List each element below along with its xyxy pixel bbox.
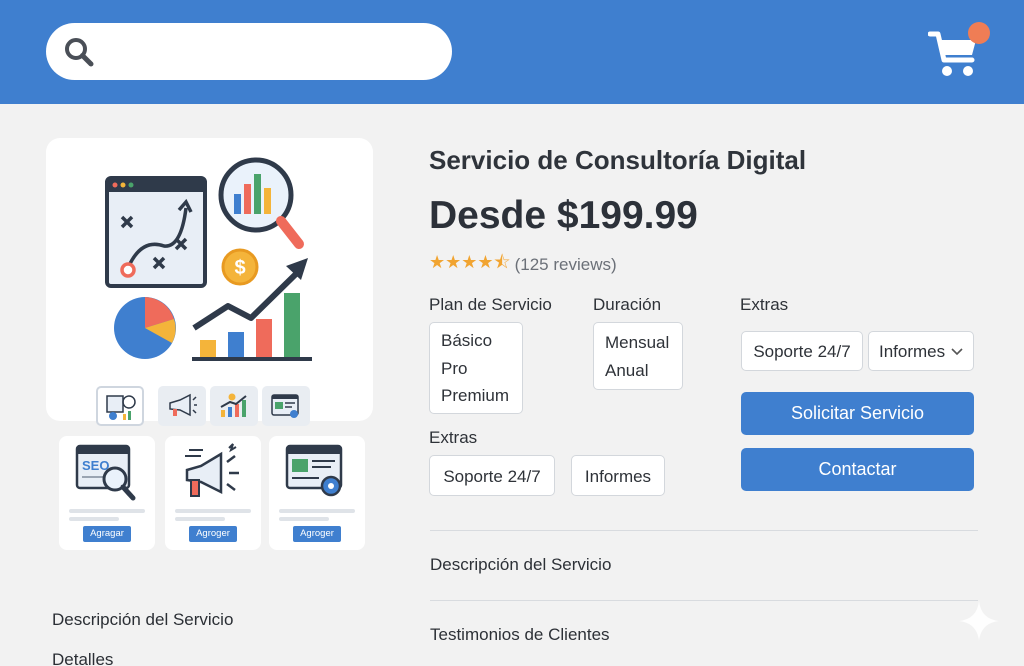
- rating[interactable]: ★★★★⯪ (125 reviews): [429, 252, 617, 277]
- main-product-image: $: [46, 138, 373, 421]
- plan-option[interactable]: Pro: [430, 355, 522, 383]
- search-input[interactable]: [108, 33, 438, 70]
- add-button[interactable]: Agroger: [189, 526, 237, 542]
- review-count[interactable]: (125 reviews): [515, 255, 617, 275]
- extras-select-value: Informes: [879, 342, 946, 361]
- megaphone-thumb: [169, 393, 197, 417]
- duration-options[interactable]: Mensual Anual: [593, 322, 683, 390]
- extra-support-chip[interactable]: Soporte 24/7: [429, 455, 555, 496]
- plan-options[interactable]: Básico Pro Premium: [429, 322, 523, 414]
- product-title: Servicio de Consultoría Digital: [429, 145, 807, 175]
- svg-text:SEO: SEO: [82, 458, 109, 473]
- top-bar: [0, 0, 1024, 104]
- left-link-details[interactable]: Detalles: [52, 650, 113, 666]
- rating-stars: ★★★★⯪: [429, 252, 511, 272]
- add-button[interactable]: Agroger: [293, 526, 341, 542]
- strategy-chart-thumb: [106, 395, 136, 420]
- digital-consulting-illustration: $: [105, 157, 312, 361]
- svg-text:$: $: [234, 257, 245, 279]
- duration-option[interactable]: Mensual: [594, 329, 682, 357]
- request-service-button[interactable]: Solicitar Servicio: [741, 392, 974, 435]
- web-settings-illustration: [285, 444, 343, 497]
- cart-badge: [968, 22, 990, 44]
- contact-button[interactable]: Contactar: [741, 448, 974, 491]
- card-text-line: [279, 517, 329, 521]
- related-card-megaphone[interactable]: Agroger: [165, 436, 261, 550]
- product-price: Desde $199.99: [429, 194, 698, 237]
- thumbnail-dashboard[interactable]: [262, 386, 310, 426]
- plan-option[interactable]: Básico: [430, 327, 522, 355]
- sparkle-icon: [959, 601, 999, 641]
- search-bar[interactable]: [46, 23, 452, 80]
- extra-support-option[interactable]: Soporte 24/7: [741, 331, 863, 371]
- seo-magnifier-illustration: SEO: [75, 444, 136, 501]
- add-button[interactable]: Agragar: [83, 526, 131, 542]
- duration-label: Duración: [593, 295, 662, 314]
- extras-label-right: Extras: [740, 295, 789, 314]
- card-text-line: [175, 517, 225, 521]
- divider: [430, 530, 978, 531]
- section-service-description[interactable]: Descripción del Servicio: [430, 555, 611, 575]
- plan-option[interactable]: Premium: [430, 382, 522, 410]
- related-card-seo[interactable]: SEO Agragar: [59, 436, 155, 550]
- search-icon[interactable]: [63, 36, 95, 68]
- cart-button[interactable]: [928, 22, 992, 82]
- left-link-description[interactable]: Descripción del Servicio: [52, 610, 233, 630]
- extras-label: Extras: [429, 428, 478, 447]
- divider: [430, 600, 978, 601]
- card-text-line: [175, 509, 251, 513]
- section-client-testimonials[interactable]: Testimonios de Clientes: [430, 625, 610, 645]
- extras-select[interactable]: Informes: [868, 331, 974, 371]
- extra-reports-chip[interactable]: Informes: [571, 455, 665, 496]
- thumbnail-growth[interactable]: [210, 386, 258, 426]
- card-text-line: [69, 509, 145, 513]
- dashboard-thumb: [271, 394, 299, 418]
- thumbnail-megaphone[interactable]: [158, 386, 206, 426]
- plan-label: Plan de Servicio: [429, 295, 552, 314]
- duration-option[interactable]: Anual: [594, 357, 682, 385]
- card-text-line: [279, 509, 355, 513]
- growth-chart-thumb: [220, 393, 247, 417]
- card-text-line: [69, 517, 119, 521]
- chevron-down-icon: [951, 348, 963, 356]
- megaphone-illustration: [185, 443, 239, 497]
- related-card-web-settings[interactable]: Agroger: [269, 436, 365, 550]
- thumbnail-strategy[interactable]: [96, 386, 144, 426]
